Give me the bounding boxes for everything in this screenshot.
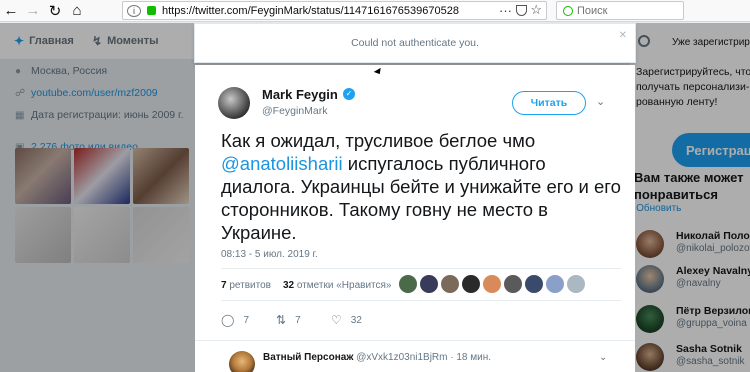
reload-icon[interactable]: ↻ [44,0,66,22]
tweet-stats: 7 ретвитов 32 отметки «Нравится» [221,280,391,291]
back-icon[interactable]: ← [0,0,22,22]
error-message: Could not authenticate you. [351,37,479,49]
avatar[interactable] [483,275,501,293]
chevron-down-icon[interactable]: ⌄ [596,95,605,108]
forward-icon[interactable]: → [22,0,44,22]
reply-author-name[interactable]: Ватный Персонаж [263,352,353,363]
likers-avatars [399,275,585,293]
avatar[interactable] [420,275,438,293]
divider [221,300,621,301]
bookmark-star-icon[interactable]: ☆ [530,2,542,18]
tweet-author-name[interactable]: Mark Feygin [262,87,338,102]
retweet-button[interactable]: ⇅ 7 [276,313,331,327]
retweet-stat[interactable]: 7 ретвитов [221,280,271,291]
home-icon[interactable]: ⌂ [66,0,88,22]
avatar[interactable] [399,275,417,293]
browser-search-input[interactable]: Поиск [556,1,684,20]
url-text[interactable]: https://twitter.com/FeyginMark/status/11… [162,5,459,17]
tweet-permalink-modal: Mark Feygin ✓ @FeyginMark Читать ⌄ Как я… [195,65,635,372]
address-bar[interactable]: i https://twitter.com/FeyginMark/status/… [122,1,547,20]
page-actions-icon[interactable]: ··· [499,3,512,18]
avatar[interactable] [546,275,564,293]
like-button[interactable]: ♡ 32 [331,313,386,327]
avatar[interactable] [229,351,255,372]
tweet-author-handle[interactable]: @FeyginMark [262,105,328,117]
tweet-text: Как я ожидал, трусливое беглое чмо @anat… [221,129,621,244]
avatar[interactable] [441,275,459,293]
verified-badge-icon: ✓ [343,88,355,100]
avatar[interactable] [525,275,543,293]
error-notice: Could not authenticate you. ✕ [194,23,636,63]
reply-header: Ватный Персонаж @xVxk1z03ni1BjRm · 18 ми… [263,352,491,363]
pocket-icon[interactable] [516,5,527,16]
tweet-actions: ◯ 7 ⇅ 7 ♡ 32 [221,313,386,327]
chevron-down-icon[interactable]: ⌄ [599,352,607,363]
avatar[interactable] [504,275,522,293]
retweet-icon: ⇅ [276,313,287,327]
reply-count: 7 [243,314,249,326]
retweet-count: 7 [221,280,227,291]
avatar[interactable] [567,275,585,293]
info-icon[interactable]: i [127,4,141,17]
avatar[interactable] [218,87,250,119]
like-stat-label: отметки «Нравится» [296,280,392,291]
divider [221,268,621,269]
tweet-mention-link[interactable]: @anatoliisharii [221,153,343,174]
like-action-count: 32 [350,314,362,326]
retweet-stat-label: ретвитов [229,280,271,291]
tweet-timestamp[interactable]: 08:13 - 5 июл. 2019 г. [221,249,318,260]
tweet-text-before: Как я ожидал, трусливое беглое чмо [221,130,536,151]
search-engine-icon [563,5,573,16]
like-stat[interactable]: 32 отметки «Нравится» [283,280,392,291]
reply-tweet[interactable]: Ватный Персонаж @xVxk1z03ni1BjRm · 18 ми… [195,340,635,372]
like-count: 32 [282,280,295,291]
avatar[interactable] [462,275,480,293]
reply-icon: ◯ [221,313,235,327]
heart-icon: ♡ [331,313,342,327]
retweet-action-count: 7 [295,314,301,326]
reply-time[interactable]: · 18 мин. [450,352,491,363]
reply-author-handle[interactable]: @xVxk1z03ni1BjRm [356,352,447,363]
close-icon[interactable]: ✕ [619,30,627,41]
lock-icon[interactable] [147,6,156,15]
follow-button[interactable]: Читать [512,91,586,115]
reply-button[interactable]: ◯ 7 [221,313,276,327]
search-placeholder: Поиск [577,4,608,17]
